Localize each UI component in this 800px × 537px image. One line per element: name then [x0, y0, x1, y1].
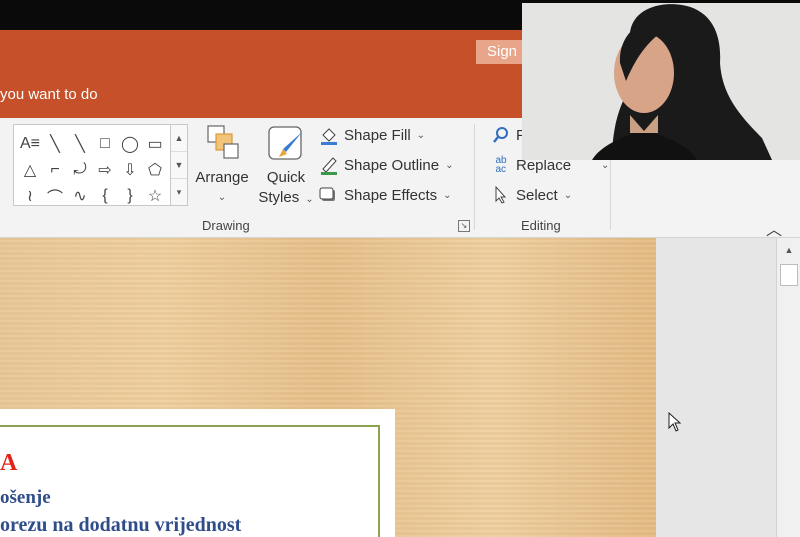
- shape-effects-button[interactable]: Shape Effects ⌄: [319, 182, 452, 208]
- slide-text: orezu na dodatnu vrijednost: [0, 514, 242, 536]
- shape-effects-caret-icon: ⌄: [443, 189, 452, 201]
- shape-outline-button[interactable]: Shape Outline ⌄: [319, 152, 453, 178]
- shapes-gallery[interactable]: A≡ ╲ ╲ □ ◯ ▭ △ ⌐ ⤾ ⇨ ⇩ ⬠ ≀ ⌒ ∿{} ☆: [13, 124, 173, 209]
- select-button[interactable]: Select ⌄: [490, 182, 572, 208]
- select-caret-icon: ⌄: [563, 189, 573, 201]
- gallery-shape-icon[interactable]: ⬠: [143, 157, 167, 183]
- paint-bucket-icon: [319, 125, 339, 145]
- pointer-icon: [490, 186, 512, 204]
- gallery-shape-icon[interactable]: △: [18, 157, 42, 183]
- scroll-thumb[interactable]: [780, 264, 798, 286]
- quick-styles-icon: [266, 124, 306, 164]
- gallery-shape-icon[interactable]: A≡: [18, 131, 42, 157]
- gallery-shape-icon[interactable]: ▭: [143, 131, 167, 157]
- sign-in-button[interactable]: Sign: [476, 40, 522, 64]
- magnifier-icon: [490, 126, 512, 144]
- drawing-group-label: Drawing: [202, 218, 250, 233]
- slide-subtitle: ošenje: [0, 487, 51, 508]
- arrange-button[interactable]: Arrange ⌄: [192, 124, 252, 208]
- workspace-margin: [656, 238, 776, 537]
- collapse-ribbon-icon[interactable]: ︿: [766, 216, 782, 240]
- find-button[interactable]: F: [490, 122, 525, 148]
- shapes-gallery-scroll[interactable]: ▲ ▼ ▾: [170, 124, 188, 206]
- quick-styles-button[interactable]: Quick Styles ⌄: [258, 124, 314, 210]
- mouse-cursor-icon: [668, 411, 682, 437]
- shape-outline-caret-icon: ⌄: [445, 159, 454, 171]
- scroll-up-icon[interactable]: ▲: [781, 242, 797, 258]
- replace-caret-icon: ⌄: [601, 159, 610, 171]
- gallery-shape-icon[interactable]: ⌒: [43, 183, 67, 209]
- arrange-label: Arrange: [195, 169, 249, 186]
- gallery-more-icon[interactable]: ▾: [171, 179, 187, 205]
- select-label: Select: [516, 186, 558, 204]
- gallery-shape-icon[interactable]: ◯: [118, 131, 142, 157]
- gallery-shape-icon[interactable]: □: [93, 131, 117, 157]
- quick-styles-label2: Styles ⌄: [258, 189, 314, 206]
- gallery-shape-icon[interactable]: ⤾: [68, 157, 92, 183]
- shape-outline-label: Shape Outline: [344, 156, 440, 174]
- shape-fill-button[interactable]: Shape Fill ⌄: [319, 122, 425, 148]
- gallery-shape-icon[interactable]: ⇩: [118, 157, 142, 183]
- gallery-shape-icon[interactable]: ╲: [68, 131, 92, 157]
- editing-group-label: Editing: [521, 218, 561, 233]
- arrange-icon: [202, 124, 242, 164]
- shape-fill-label: Shape Fill: [344, 126, 411, 144]
- slide-title: A: [0, 450, 18, 476]
- gallery-shape-icon[interactable]: }: [118, 183, 142, 209]
- gallery-shape-icon[interactable]: ⇨: [93, 157, 117, 183]
- shape-fill-caret-icon: ⌄: [416, 129, 426, 141]
- drawing-dialog-launcher-icon[interactable]: ↘: [458, 220, 470, 232]
- gallery-shape-icon[interactable]: {: [93, 183, 117, 209]
- gallery-shape-icon[interactable]: ⌐: [43, 157, 67, 183]
- pen-outline-icon: [319, 155, 339, 175]
- arrange-caret-icon: ⌄: [217, 192, 227, 203]
- shape-effects-icon: [319, 185, 339, 205]
- quick-styles-caret-icon: ⌄: [305, 194, 314, 205]
- vertical-scrollbar[interactable]: ▲: [776, 238, 800, 537]
- shape-effects-label: Shape Effects: [344, 186, 438, 204]
- shapes-gallery-grid: A≡ ╲ ╲ □ ◯ ▭ △ ⌐ ⤾ ⇨ ⇩ ⬠ ≀ ⌒ ∿{} ☆: [18, 131, 168, 209]
- quick-styles-label1: Quick: [266, 169, 306, 186]
- gallery-shape-icon[interactable]: ∿: [68, 183, 92, 209]
- tell-me-search[interactable]: you want to do: [0, 86, 98, 103]
- gallery-up-icon[interactable]: ▲: [171, 125, 187, 152]
- replace-icon: ab ac: [495, 155, 507, 175]
- group-separator: [474, 124, 475, 230]
- gallery-down-icon[interactable]: ▼: [171, 152, 187, 179]
- webcam-overlay: [522, 3, 800, 160]
- gallery-shape-icon[interactable]: ≀: [18, 183, 42, 209]
- gallery-shape-icon[interactable]: ☆: [143, 183, 167, 209]
- gallery-shape-icon[interactable]: ╲: [43, 131, 67, 157]
